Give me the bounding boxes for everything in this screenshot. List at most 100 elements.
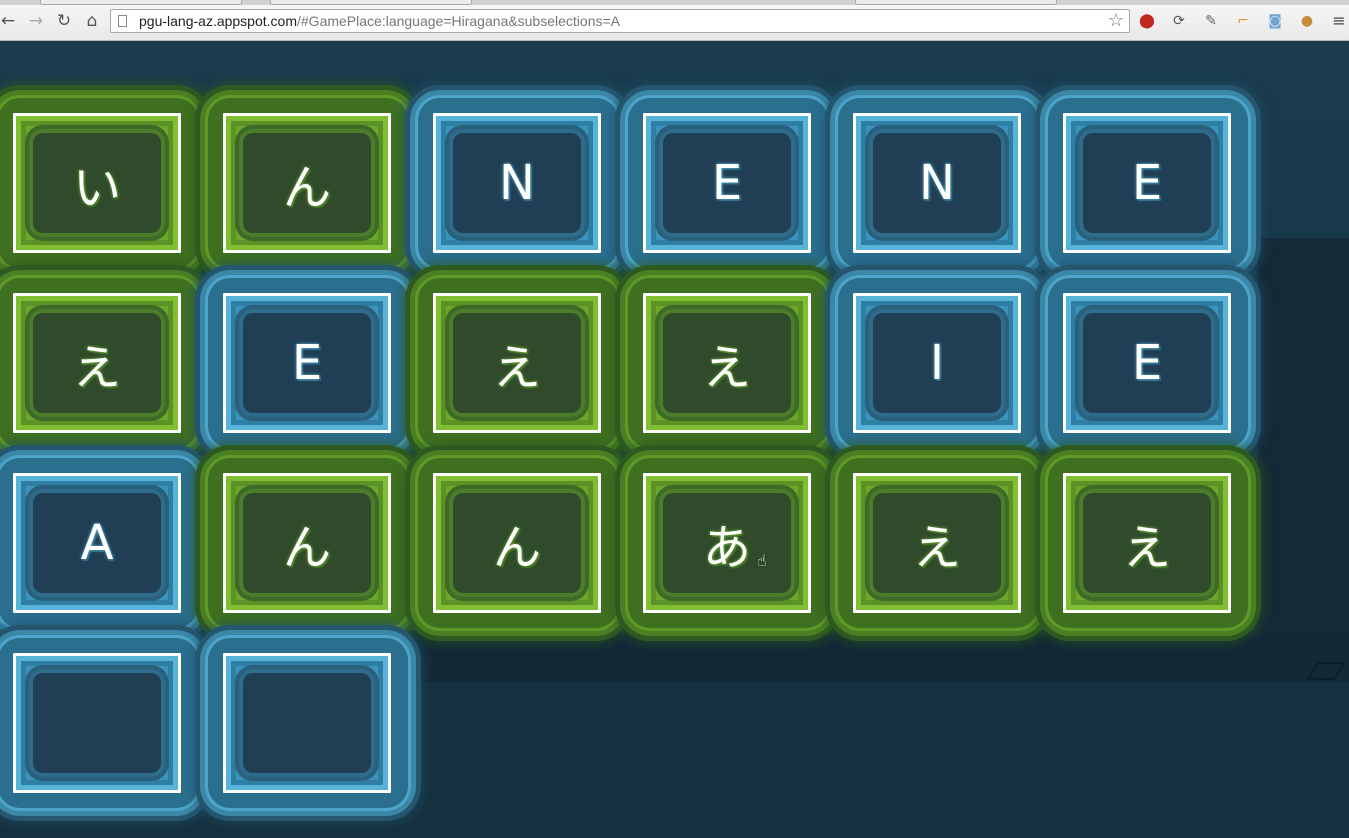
tile-label: い [72, 160, 121, 216]
tile-frame[interactable]: N [433, 113, 601, 253]
side-panel [1258, 238, 1349, 682]
adblock-icon[interactable]: ⬤ [1137, 11, 1157, 31]
tile-frame[interactable]: N [853, 113, 1021, 253]
tile-card[interactable]: N [838, 98, 1038, 298]
tile-label [33, 673, 161, 773]
address-bar[interactable]: pgu-lang-az.appspot.com/#GamePlace:langu… [110, 9, 1130, 33]
tile-card[interactable]: え [418, 278, 618, 478]
tile-face: え [873, 493, 1001, 593]
tile-label: A [80, 515, 114, 571]
tile-frame[interactable]: E [643, 113, 811, 253]
tile-face: ん [453, 493, 581, 593]
tile-face: い [33, 133, 161, 233]
tile-card[interactable] [208, 638, 408, 838]
tile-card[interactable]: え [0, 278, 198, 478]
tile-card[interactable]: ん [418, 458, 618, 658]
tile-frame[interactable]: A [13, 473, 181, 613]
sync-icon[interactable]: ⟳ [1169, 11, 1189, 31]
tile-face: N [873, 133, 1001, 233]
tile-face: E [1083, 133, 1211, 233]
tile-label: え [492, 340, 541, 396]
tile-card[interactable]: ん [208, 98, 408, 298]
tile-card[interactable]: I [838, 278, 1038, 478]
tile-card[interactable]: N [418, 98, 618, 298]
back-icon[interactable]: ← [0, 11, 18, 31]
tile-label: え [912, 520, 961, 576]
camera-icon[interactable]: ◙ [1265, 11, 1285, 31]
tile-frame[interactable]: あ [643, 473, 811, 613]
browser-tab[interactable] [40, 0, 242, 5]
tab-strip [0, 0, 1349, 5]
browser-tab[interactable] [855, 0, 1057, 5]
tile-frame[interactable]: I [853, 293, 1021, 433]
tile-label [243, 673, 371, 773]
tile-face: え [453, 313, 581, 413]
browser-tab[interactable] [270, 0, 472, 5]
tile-face: ん [243, 493, 371, 593]
tile-label: え [702, 340, 751, 396]
tile-card[interactable]: E [208, 278, 408, 478]
tile-frame[interactable]: え [643, 293, 811, 433]
tile-card[interactable]: あ [628, 458, 828, 658]
tile-label: E [291, 335, 323, 391]
tile-label: え [72, 340, 121, 396]
tile-face: あ [663, 493, 791, 593]
tile-card[interactable]: え [1048, 458, 1248, 658]
tile-frame[interactable] [13, 653, 181, 793]
tile-card[interactable] [0, 638, 198, 838]
tile-frame[interactable]: え [433, 293, 601, 433]
tile-card[interactable]: え [838, 458, 1038, 658]
home-icon[interactable]: ⌂ [82, 11, 102, 31]
tile-card[interactable]: E [1048, 98, 1248, 298]
tile-face: E [1083, 313, 1211, 413]
tile-label: N [919, 155, 955, 211]
tile-frame[interactable]: E [1063, 113, 1231, 253]
ruler-icon[interactable]: ⌐ [1233, 11, 1253, 31]
tile-face [243, 673, 371, 773]
tile-label: I [929, 335, 945, 391]
url-text[interactable]: pgu-lang-az.appspot.com/#GamePlace:langu… [139, 13, 620, 29]
cookie-icon[interactable]: ● [1297, 11, 1317, 31]
tile-card[interactable]: ん [208, 458, 408, 658]
tile-label: E [1131, 155, 1163, 211]
tile-frame[interactable]: ん [223, 473, 391, 613]
tile-label: E [1131, 335, 1163, 391]
hand-cursor-icon: ☝ [757, 551, 767, 570]
reload-icon[interactable]: ↻ [54, 11, 74, 31]
tile-face: I [873, 313, 1001, 413]
forward-icon[interactable]: → [26, 11, 46, 31]
tile-frame[interactable]: い [13, 113, 181, 253]
tile-label: ん [492, 520, 541, 576]
menu-icon[interactable]: ≡ [1329, 11, 1349, 31]
url-path: /#GamePlace:language=Hiragana&subselecti… [297, 13, 620, 29]
tile-card[interactable]: E [628, 98, 828, 298]
tile-label: N [499, 155, 535, 211]
bookmark-star-icon[interactable]: ☆ [1108, 10, 1124, 32]
tile-card[interactable]: E [1048, 278, 1248, 478]
tile-card[interactable]: A [0, 458, 198, 658]
tile-frame[interactable]: ん [223, 113, 391, 253]
tile-frame[interactable]: ん [433, 473, 601, 613]
eyedropper-icon[interactable]: ✎ [1201, 11, 1221, 31]
browser-toolbar: ← → ↻ ⌂ pgu-lang-az.appspot.com/#GamePla… [0, 0, 1349, 41]
tile-label: ん [282, 520, 331, 576]
tile-card[interactable]: え [628, 278, 828, 478]
tile-face: N [453, 133, 581, 233]
tile-face: E [663, 133, 791, 233]
tile-frame[interactable] [223, 653, 391, 793]
tile-frame[interactable]: え [1063, 473, 1231, 613]
url-host: pgu-lang-az.appspot.com [139, 13, 297, 29]
tile-face: ん [243, 133, 371, 233]
page-icon [118, 15, 127, 27]
tile-face: A [33, 493, 161, 593]
tile-card[interactable]: い [0, 98, 198, 298]
tile-label: ん [282, 160, 331, 216]
tile-frame[interactable]: え [13, 293, 181, 433]
tile-frame[interactable]: E [1063, 293, 1231, 433]
tile-label: E [711, 155, 743, 211]
tile-frame[interactable]: え [853, 473, 1021, 613]
tile-face: え [1083, 493, 1211, 593]
tile-frame[interactable]: E [223, 293, 391, 433]
tile-label: あ [702, 520, 751, 576]
tile-face: え [33, 313, 161, 413]
